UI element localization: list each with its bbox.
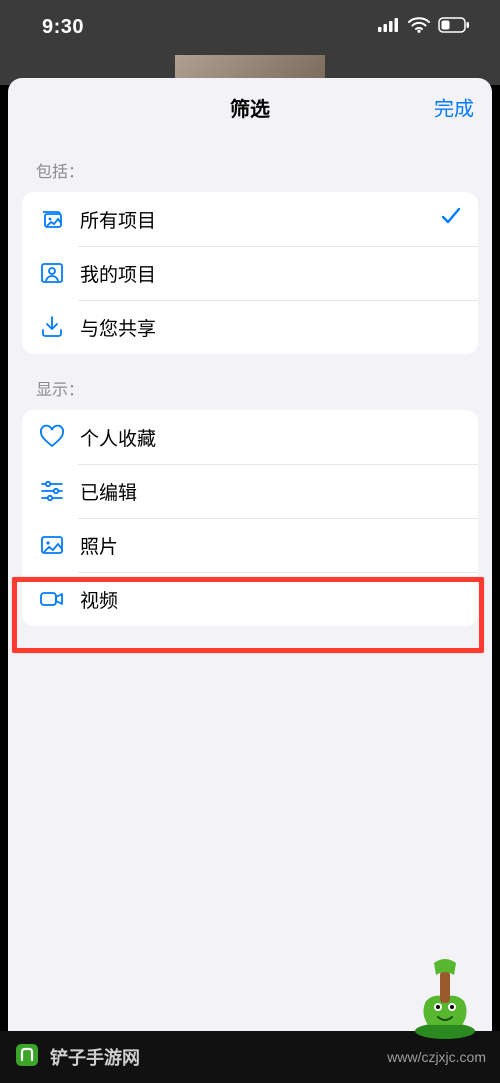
show-group: 个人收藏 已编辑 照片 视频 [22,410,478,626]
sliders-icon [38,477,66,505]
wifi-icon [408,17,430,38]
photo-icon [38,531,66,559]
section-label-show: 显示： [8,354,492,410]
status-icons [378,17,470,38]
row-label: 个人收藏 [80,424,462,451]
row-all-items[interactable]: 所有项目 [22,192,478,246]
sheet-title: 筛选 [230,93,270,122]
row-label: 我的项目 [80,260,462,287]
row-label: 所有项目 [80,206,440,233]
video-icon [38,585,66,613]
watermark-site-name: 铲子手游网 [50,1044,140,1070]
row-videos[interactable]: 视频 [22,572,478,626]
include-group: 所有项目 我的项目 与您共享 [22,192,478,354]
row-photos[interactable]: 照片 [22,518,478,572]
row-my-items[interactable]: 我的项目 [22,246,478,300]
cellular-icon [378,18,400,37]
download-tray-icon [38,313,66,341]
row-shared-with-you[interactable]: 与您共享 [22,300,478,354]
status-bar: 9:30 [0,0,500,55]
done-button[interactable]: 完成 [434,93,474,122]
row-label: 已编辑 [80,478,462,505]
watermark-logo-icon [14,1042,40,1073]
person-frame-icon [38,259,66,287]
row-label: 与您共享 [80,314,462,341]
watermark-url: www/czjxjc.com [387,1049,486,1065]
row-favorites[interactable]: 个人收藏 [22,410,478,464]
gallery-stack-icon [38,205,66,233]
row-edited[interactable]: 已编辑 [22,464,478,518]
mascot-shovel-icon [400,953,490,1043]
status-time: 9:30 [42,16,84,39]
sheet-header: 筛选 完成 [8,78,492,136]
checkmark-icon [440,205,462,234]
heart-icon [38,423,66,451]
filter-sheet: 筛选 完成 包括： 所有项目 我的项目 与您共享 显示： [8,78,492,1083]
battery-icon [438,17,470,38]
section-label-include: 包括： [8,136,492,192]
row-label: 视频 [80,586,462,613]
row-label: 照片 [80,532,462,559]
